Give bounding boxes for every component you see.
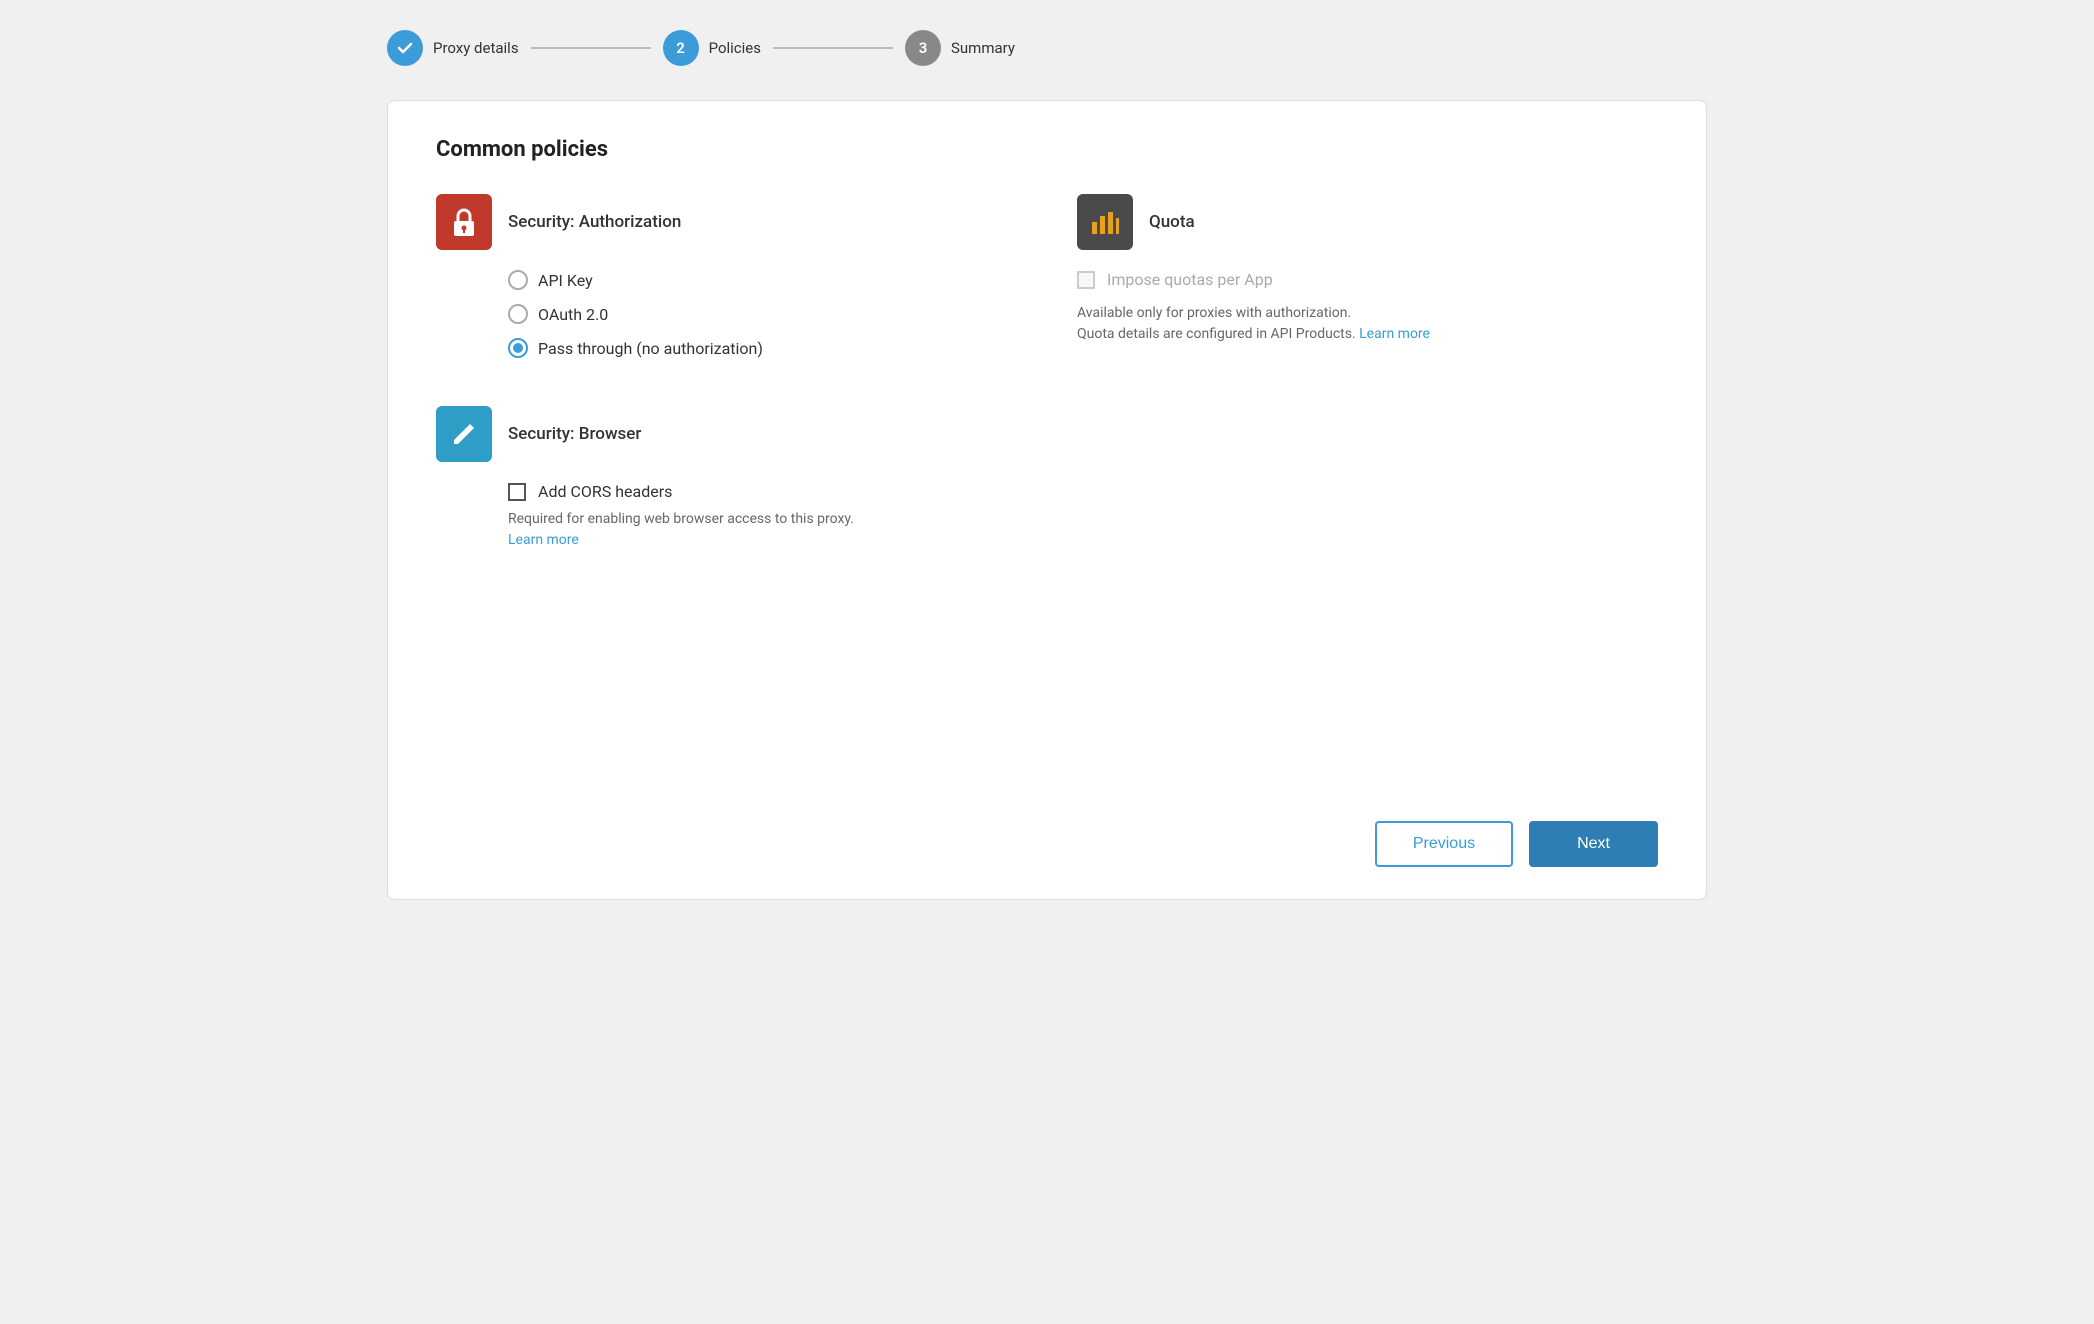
quota-checkbox-row: Impose quotas per App [1077,270,1658,289]
quota-title: Quota [1149,212,1195,232]
radio-oauth[interactable]: OAuth 2.0 [508,304,1017,324]
next-button[interactable]: Next [1529,821,1658,867]
browser-title: Security: Browser [508,424,641,444]
quota-checkbox-label: Impose quotas per App [1107,270,1273,289]
radio-input-api-key[interactable] [508,270,528,290]
step-connector-2 [773,47,893,49]
step-3-label: Summary [951,39,1015,57]
step-2-circle: 2 [663,30,699,66]
authorization-section: Security: Authorization API Key OAuth 2.… [436,194,1017,358]
previous-button[interactable]: Previous [1375,821,1513,867]
quota-icon [1077,194,1133,250]
cors-description: Required for enabling web browser access… [436,509,1658,551]
browser-section: Security: Browser Add CORS headers Requi… [436,406,1658,551]
section-title: Common policies [436,137,1658,162]
step-policies: 2 Policies [663,30,761,66]
radio-input-pass-through[interactable] [508,338,528,358]
radio-label-oauth: OAuth 2.0 [538,305,608,324]
browser-icon [436,406,492,462]
authorization-title: Security: Authorization [508,212,681,232]
security-auth-icon [436,194,492,250]
step-3-circle: 3 [905,30,941,66]
cors-label: Add CORS headers [538,482,672,501]
step-connector-1 [531,47,651,49]
cors-learn-more-link[interactable]: Learn more [508,532,579,548]
quota-section: Quota Impose quotas per App Available on… [1077,194,1658,358]
radio-label-api-key: API Key [538,271,593,290]
radio-api-key[interactable]: API Key [508,270,1017,290]
cors-row: Add CORS headers [436,482,1658,501]
quota-checkbox[interactable] [1077,271,1095,289]
step-proxy-details: Proxy details [387,30,519,66]
quota-header: Quota [1077,194,1658,250]
quota-description: Available only for proxies with authoriz… [1077,303,1658,345]
quota-learn-more-link[interactable]: Learn more [1359,326,1430,342]
stepper: Proxy details 2 Policies 3 Summary [387,20,1707,76]
radio-input-oauth[interactable] [508,304,528,324]
bottom-buttons: Previous Next [1375,821,1658,867]
main-card: Common policies Security: Authorization [387,100,1707,900]
radio-label-pass-through: Pass through (no authorization) [538,339,763,358]
step-2-label: Policies [709,39,761,57]
cors-checkbox[interactable] [508,483,526,501]
authorization-options: API Key OAuth 2.0 Pass through (no autho… [436,270,1017,358]
step-1-circle [387,30,423,66]
policies-grid: Security: Authorization API Key OAuth 2.… [436,194,1658,358]
step-1-label: Proxy details [433,39,519,57]
radio-pass-through[interactable]: Pass through (no authorization) [508,338,1017,358]
browser-header: Security: Browser [436,406,1658,462]
step-summary: 3 Summary [905,30,1015,66]
authorization-header: Security: Authorization [436,194,1017,250]
